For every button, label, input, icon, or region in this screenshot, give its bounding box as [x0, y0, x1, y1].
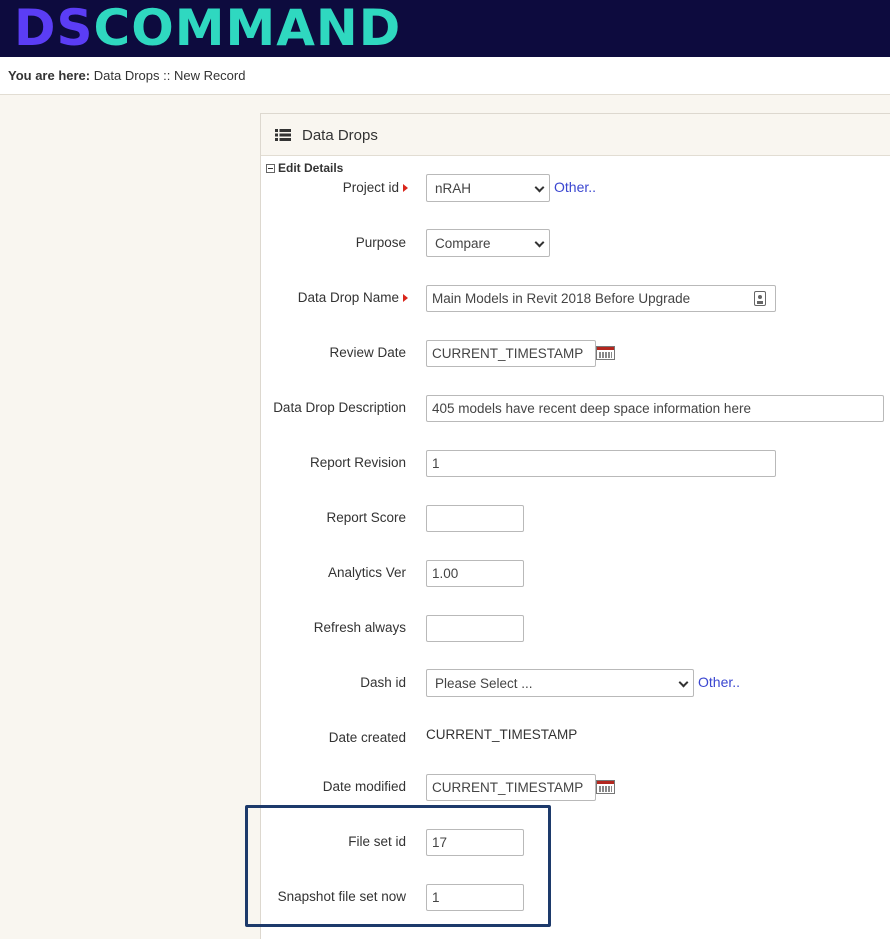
contact-card-icon[interactable]	[754, 291, 766, 306]
review-date-input[interactable]: CURRENT_TIMESTAMP	[426, 340, 596, 367]
analytics-ver-input[interactable]: 1.00	[426, 560, 524, 587]
project-id-value: nRAH	[435, 180, 472, 196]
review-date-label: Review Date	[329, 345, 406, 360]
project-id-other-link[interactable]: Other..	[554, 179, 596, 195]
required-indicator-icon	[403, 294, 408, 303]
dash-id-value: Please Select ...	[435, 675, 533, 691]
list-icon	[275, 129, 291, 141]
breadcrumb-bar: You are here: Data Drops :: New Record	[0, 57, 890, 95]
snapshot-file-set-now-input[interactable]: 1	[426, 884, 524, 911]
report-score-label: Report Score	[326, 510, 406, 525]
purpose-select[interactable]: Compare	[426, 229, 550, 257]
report-score-input[interactable]	[426, 505, 524, 532]
dash-id-other-link[interactable]: Other..	[698, 674, 740, 690]
report-revision-input[interactable]: 1	[426, 450, 776, 477]
logo-command: COMMAND	[93, 0, 402, 57]
file-set-id-input[interactable]: 17	[426, 829, 524, 856]
data-drop-name-input[interactable]: Main Models in Revit 2018 Before Upgrade	[426, 285, 776, 312]
report-revision-label: Report Revision	[309, 455, 406, 470]
chevron-down-icon	[678, 677, 689, 688]
data-drop-name-label: Data Drop Name	[298, 290, 408, 305]
dash-id-select[interactable]: Please Select ...	[426, 669, 694, 697]
snapshot-file-set-now-label: Snapshot file set now	[277, 889, 406, 904]
panel-title: Data Drops	[302, 127, 378, 144]
calendar-icon[interactable]	[596, 346, 615, 360]
logo-ds: DS	[14, 0, 94, 57]
purpose-value: Compare	[435, 235, 491, 251]
edit-details-label: Edit Details	[278, 161, 344, 175]
date-modified-label: Date modified	[322, 779, 406, 794]
date-created-value: CURRENT_TIMESTAMP	[426, 727, 578, 742]
breadcrumb: You are here: Data Drops :: New Record	[8, 68, 245, 83]
panel-header: Data Drops	[261, 114, 890, 156]
project-id-select[interactable]: nRAH	[426, 174, 550, 202]
project-id-label: Project id	[343, 180, 408, 195]
file-set-id-label: File set id	[348, 834, 406, 849]
refresh-always-input[interactable]	[426, 615, 524, 642]
date-created-label: Date created	[328, 730, 406, 745]
refresh-always-label: Refresh always	[313, 620, 406, 635]
edit-details-toggle[interactable]: Edit Details	[266, 161, 343, 175]
dscommand-logo[interactable]: DSCOMMAND	[14, 2, 401, 54]
required-indicator-icon	[403, 184, 408, 193]
top-bar: DSCOMMAND	[0, 0, 890, 57]
breadcrumb-path: Data Drops :: New Record	[93, 68, 246, 83]
calendar-icon[interactable]	[596, 780, 615, 794]
date-modified-input[interactable]: CURRENT_TIMESTAMP	[426, 774, 596, 801]
collapse-icon	[266, 163, 275, 173]
chevron-down-icon	[534, 182, 545, 193]
chevron-down-icon	[534, 237, 545, 248]
data-drop-description-label: Data Drop Description	[273, 400, 406, 415]
breadcrumb-prefix: You are here:	[8, 68, 91, 83]
analytics-ver-label: Analytics Ver	[327, 565, 406, 580]
purpose-label: Purpose	[355, 235, 406, 250]
data-drop-description-input[interactable]: 405 models have recent deep space inform…	[426, 395, 884, 422]
dash-id-label: Dash id	[360, 675, 406, 690]
